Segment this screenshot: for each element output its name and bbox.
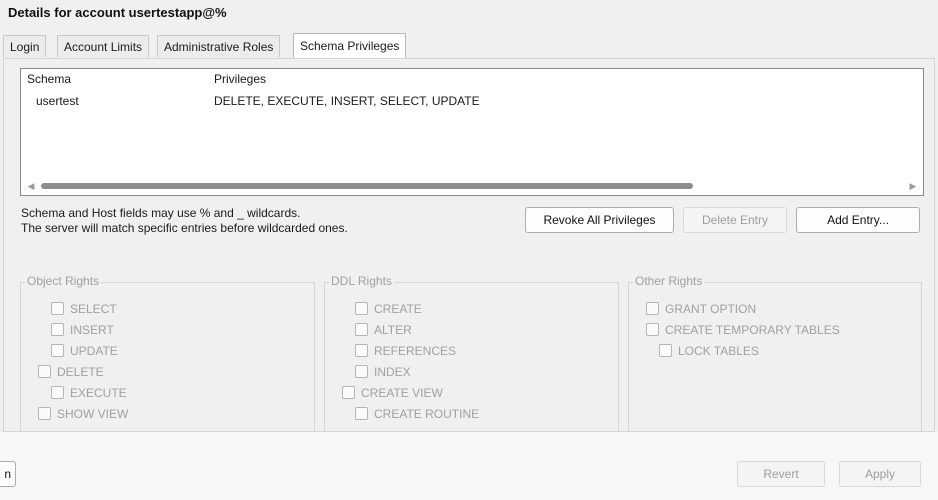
checkbox-label: ALTER [374,323,412,337]
checkbox-box[interactable] [355,302,368,315]
ddl-rights-group: DDL Rights CREATE ALTER REFERENCES INDEX… [324,274,619,434]
checkbox-label: DELETE [57,365,104,379]
account-details-panel: Details for account usertestapp@% Login … [0,0,938,434]
hint-line-1: Schema and Host fields may use % and _ w… [21,206,301,220]
checkbox-execute[interactable]: EXECUTE [51,384,127,402]
horizontal-scrollbar[interactable]: ◀ ▶ [23,179,921,193]
page-title: Details for account usertestapp@% [8,5,227,20]
checkbox-label: UPDATE [70,344,118,358]
checkbox-show-view[interactable]: SHOW VIEW [38,405,128,423]
group-title-object-rights: Object Rights [25,274,102,288]
checkbox-box[interactable] [646,323,659,336]
cell-privileges: DELETE, EXECUTE, INSERT, SELECT, UPDATE [214,94,480,108]
revoke-all-privileges-button[interactable]: Revoke All Privileges [525,207,674,233]
checkbox-create-view[interactable]: CREATE VIEW [342,384,443,402]
schema-privileges-pane: Schema Privileges usertest DELETE, EXECU… [3,58,935,434]
checkbox-create[interactable]: CREATE [355,300,422,318]
checkbox-box[interactable] [659,344,672,357]
tab-schema-privileges[interactable]: Schema Privileges [293,33,407,59]
checkbox-label: CREATE TEMPORARY TABLES [665,323,840,337]
checkbox-label: INDEX [374,365,411,379]
tab-account-limits[interactable]: Account Limits [57,35,150,57]
checkbox-create-routine[interactable]: CREATE ROUTINE [355,405,479,423]
checkbox-create-temporary-tables[interactable]: CREATE TEMPORARY TABLES [646,321,840,339]
group-title-ddl-rights: DDL Rights [329,274,394,288]
scrollbar-thumb[interactable] [41,183,693,189]
partial-left-button[interactable]: n [0,461,16,487]
column-header-privileges[interactable]: Privileges [214,72,266,86]
checkbox-label: EXECUTE [70,386,127,400]
checkbox-box[interactable] [51,386,64,399]
checkbox-box[interactable] [38,407,51,420]
checkbox-update[interactable]: UPDATE [51,342,118,360]
checkbox-label: CREATE ROUTINE [374,407,480,421]
add-entry-button[interactable]: Add Entry... [796,207,920,233]
tab-login[interactable]: Login [3,35,47,57]
checkbox-label: LOCK TABLES [678,344,759,358]
checkbox-index[interactable]: INDEX [355,363,411,381]
scroll-right-icon[interactable]: ▶ [907,179,919,193]
checkbox-box[interactable] [342,386,355,399]
checkbox-box[interactable] [355,365,368,378]
checkbox-box[interactable] [51,344,64,357]
checkbox-box[interactable] [51,323,64,336]
checkbox-box[interactable] [51,302,64,315]
revert-button[interactable]: Revert [737,461,825,487]
object-rights-group: Object Rights SELECT INSERT UPDATE DELET… [20,274,315,434]
checkbox-label: GRANT OPTION [665,302,757,316]
checkbox-label: REFERENCES [374,344,457,358]
other-rights-group: Other Rights GRANT OPTION CREATE TEMPORA… [628,274,922,434]
cell-schema: usertest [36,94,79,108]
checkbox-label: INSERT [70,323,114,337]
checkbox-label: CREATE VIEW [361,386,443,400]
checkbox-select[interactable]: SELECT [51,300,117,318]
checkbox-label: CREATE [374,302,422,316]
column-header-schema[interactable]: Schema [27,72,71,86]
checkbox-box[interactable] [355,407,368,420]
checkbox-insert[interactable]: INSERT [51,321,114,339]
footer-bar: n Revert Apply [0,432,938,500]
tab-administrative-roles[interactable]: Administrative Roles [157,35,281,57]
checkbox-box[interactable] [38,365,51,378]
checkbox-lock-tables[interactable]: LOCK TABLES [659,342,759,360]
checkbox-box[interactable] [355,344,368,357]
tab-bar: Login Account Limits Administrative Role… [0,33,938,59]
group-title-other-rights: Other Rights [633,274,705,288]
delete-entry-button[interactable]: Delete Entry [683,207,787,233]
wildcard-hint: Schema and Host fields may use % and _ w… [21,206,348,236]
checkbox-alter[interactable]: ALTER [355,321,412,339]
checkbox-grant-option[interactable]: GRANT OPTION [646,300,756,318]
checkbox-label: SELECT [70,302,117,316]
checkbox-references[interactable]: REFERENCES [355,342,456,360]
checkbox-label: SHOW VIEW [57,407,129,421]
apply-button[interactable]: Apply [839,461,921,487]
scroll-left-icon[interactable]: ◀ [25,179,37,193]
checkbox-box[interactable] [355,323,368,336]
checkbox-box[interactable] [646,302,659,315]
table-header: Schema Privileges [21,69,923,89]
checkbox-delete[interactable]: DELETE [38,363,104,381]
table-row[interactable]: usertest DELETE, EXECUTE, INSERT, SELECT… [21,91,923,111]
hint-line-2: The server will match specific entries b… [21,221,348,235]
schema-privileges-table[interactable]: Schema Privileges usertest DELETE, EXECU… [20,68,924,196]
